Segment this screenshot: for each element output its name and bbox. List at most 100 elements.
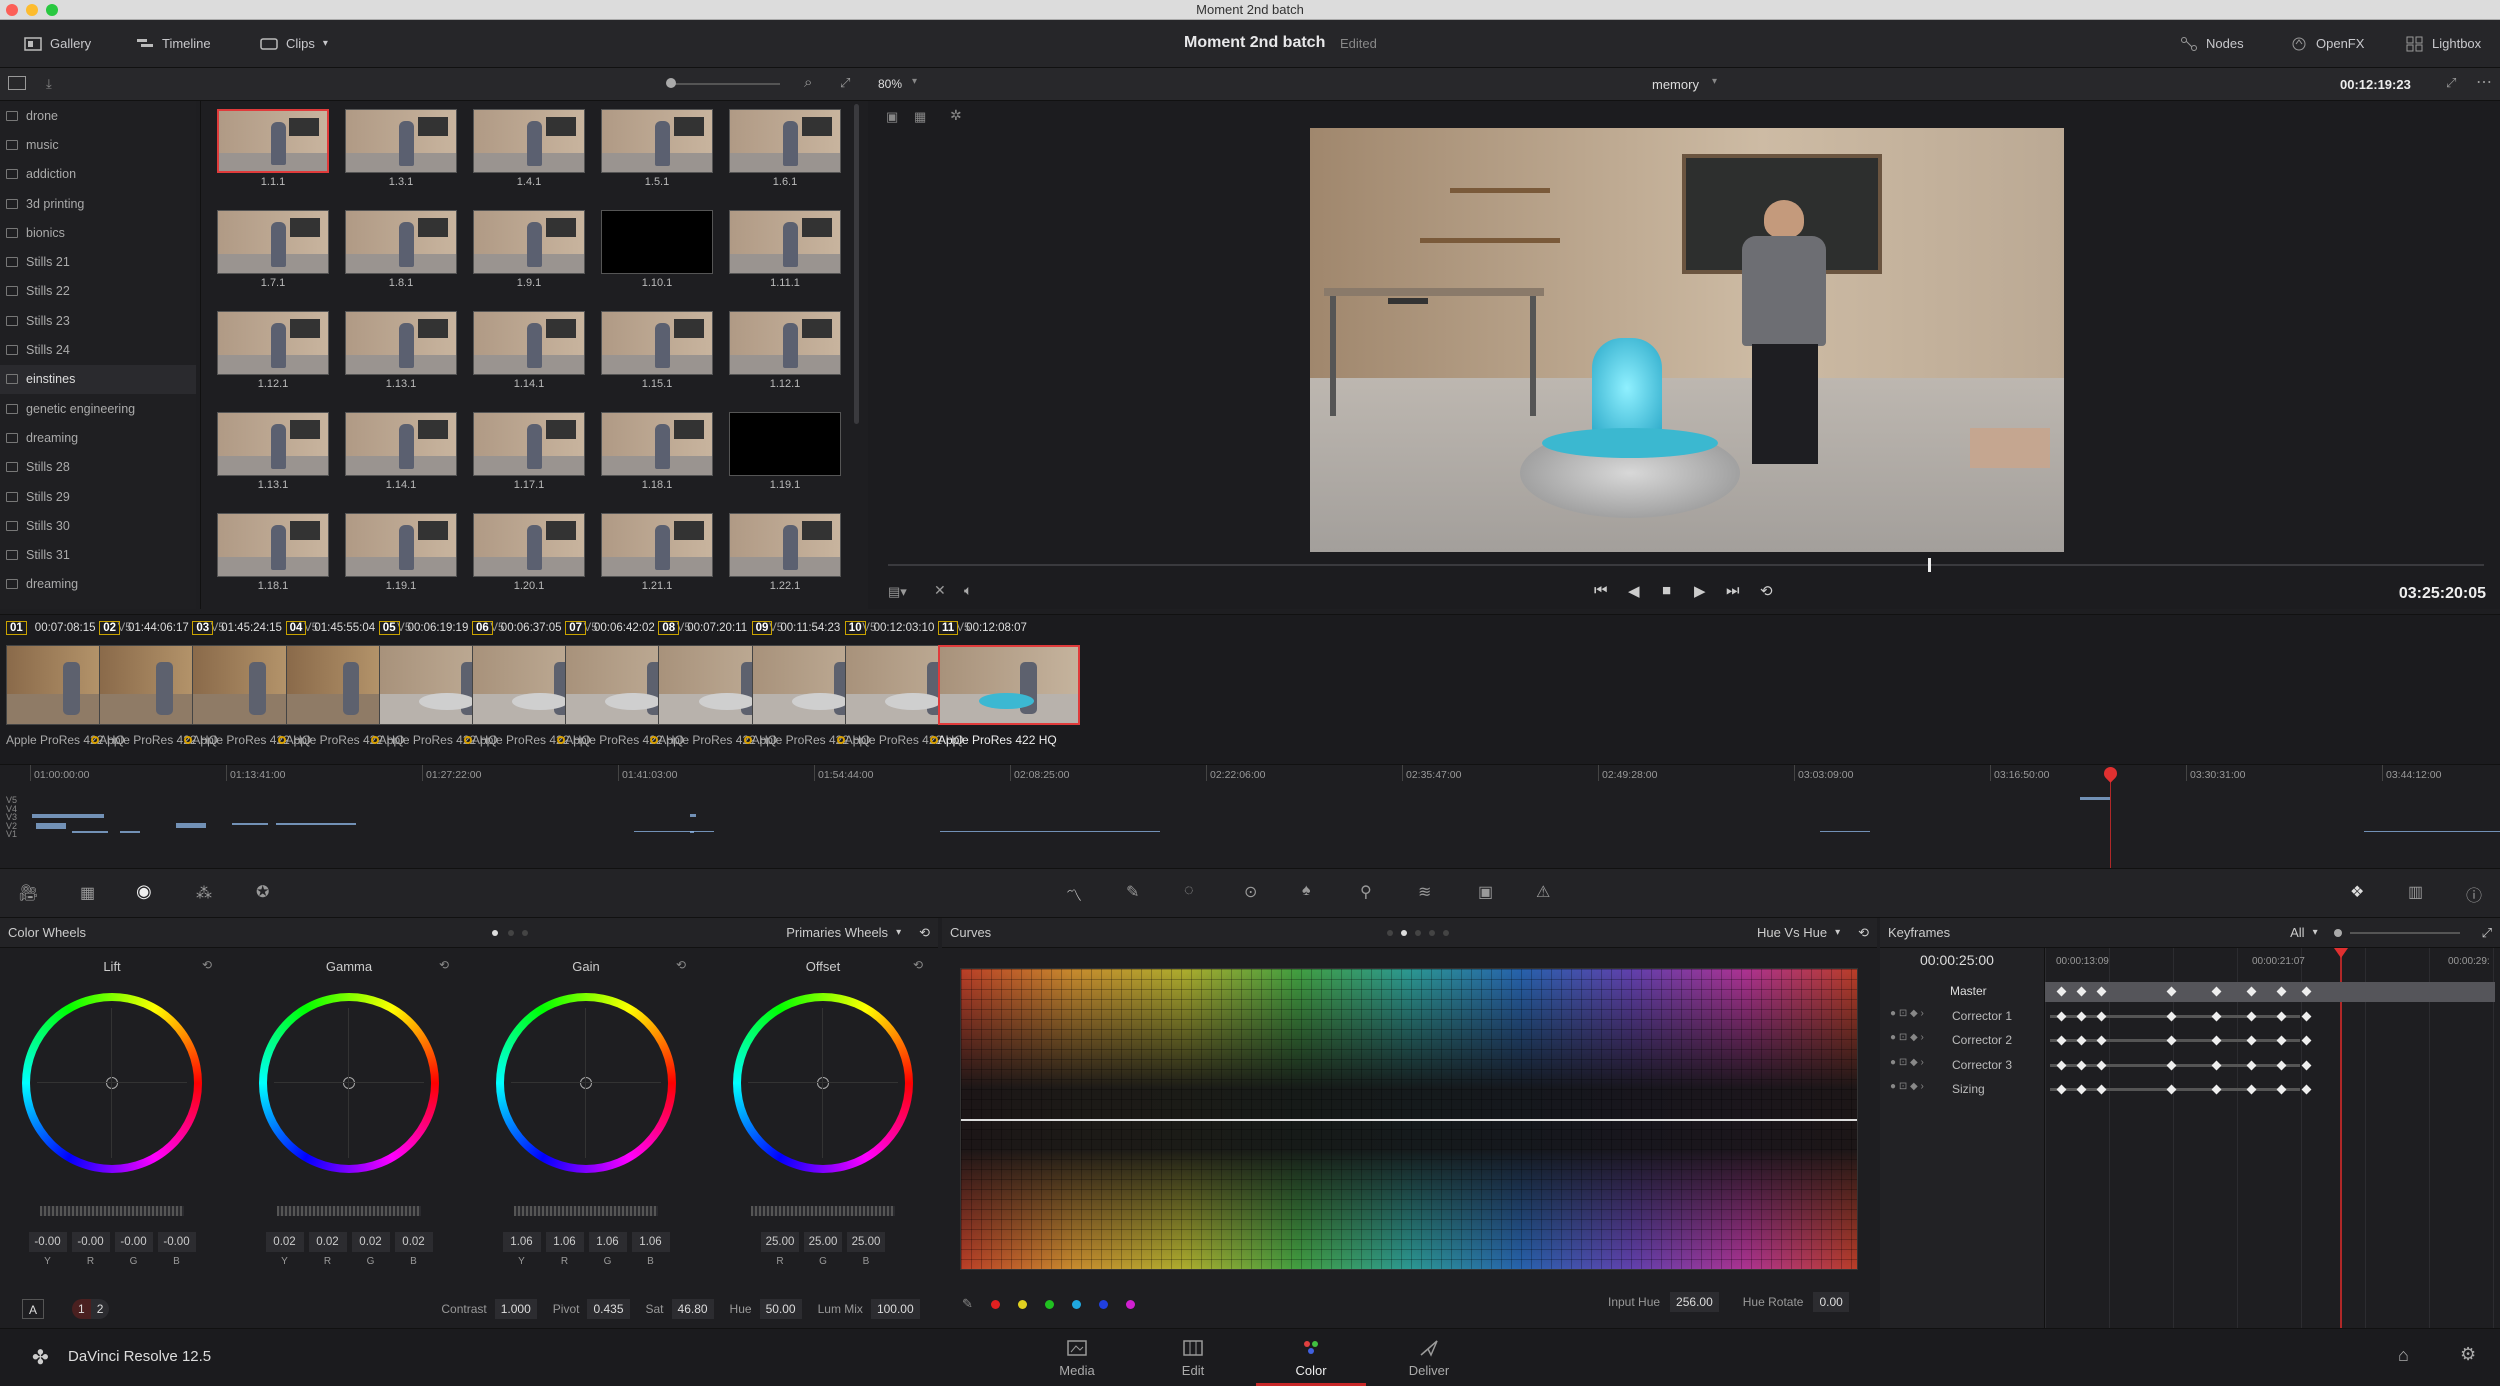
clips-button[interactable]: Clips ▾ xyxy=(260,32,328,56)
keyframe-row-controls-icon[interactable]: ● ⊡ ◆ › xyxy=(1890,1032,1924,1043)
nodes-button[interactable]: Nodes xyxy=(2180,32,2244,56)
page-dot[interactable] xyxy=(1414,929,1421,936)
album-item[interactable]: Stills 21 xyxy=(0,247,196,276)
timeline-clip-segment[interactable] xyxy=(36,822,66,829)
tracker-icon[interactable]: ⊙ xyxy=(1244,882,1257,902)
gallery-still[interactable] xyxy=(729,513,841,577)
keyframe-row[interactable]: ● ⊡ ◆ › Corrector 3 xyxy=(1880,1054,2500,1078)
keyframe-row[interactable]: ● ⊡ ◆ › Corrector 1 xyxy=(1880,1005,2500,1029)
page-dot[interactable] xyxy=(522,929,529,936)
wheel-value-field[interactable]: 25.00 xyxy=(804,1232,842,1252)
keyframe-diamond[interactable] xyxy=(2056,1060,2067,1070)
gallery-still[interactable] xyxy=(729,412,841,476)
camera-raw-icon[interactable]: 🎥︎ xyxy=(18,883,38,903)
import-still-icon[interactable]: ⤓ xyxy=(46,76,52,92)
keyframe-diamond[interactable] xyxy=(2246,1011,2257,1021)
skip-to-end-icon[interactable]: ⏭︎ xyxy=(1726,582,1740,599)
master-wheel-gamma[interactable] xyxy=(277,1206,421,1216)
viewer-mode-icon[interactable]: ▤▾ xyxy=(888,584,907,600)
timeline-clip-segment[interactable] xyxy=(276,822,356,825)
key-icon[interactable]: ⚲ xyxy=(1360,882,1372,902)
gallery-still[interactable] xyxy=(217,311,329,375)
gallery-still[interactable] xyxy=(601,513,713,577)
hue-field[interactable]: 50.00 xyxy=(759,1299,802,1319)
gallery-still[interactable] xyxy=(729,311,841,375)
timeline-clip-segment[interactable] xyxy=(176,822,206,828)
page-dot-active[interactable] xyxy=(1400,929,1407,936)
album-item[interactable]: Stills 29 xyxy=(0,482,196,511)
curves-tool-icon[interactable]: 〽︎ xyxy=(1066,882,1082,906)
keyframe-diamond[interactable] xyxy=(2301,1035,2312,1046)
timeline-clip-segment[interactable] xyxy=(940,831,1160,832)
keyframe-diamond[interactable] xyxy=(2076,1035,2087,1046)
keyframe-zoom-slider[interactable] xyxy=(2349,931,2460,934)
album-item[interactable]: bionics xyxy=(0,218,196,247)
stereo-icon[interactable]: ⚠︎ xyxy=(1536,882,1550,902)
timeline-clip-segment[interactable] xyxy=(232,822,268,825)
chevron-down-icon[interactable]: ▾ xyxy=(2313,927,2318,938)
viewer-scrubber[interactable] xyxy=(888,564,2484,566)
yellow-swatch[interactable] xyxy=(1017,1299,1027,1309)
settings-gear-icon[interactable]: ⚙︎ xyxy=(2460,1344,2476,1365)
album-item[interactable]: Stills 30 xyxy=(0,511,196,540)
gallery-still[interactable] xyxy=(345,210,457,274)
wheel-value-field[interactable]: 0.02 xyxy=(308,1232,347,1252)
keyframe-diamond[interactable] xyxy=(2211,1084,2222,1095)
keyframe-playhead-marker[interactable] xyxy=(2334,948,2348,958)
magenta-swatch[interactable] xyxy=(1125,1299,1135,1309)
album-item[interactable]: genetic engineering xyxy=(0,394,196,423)
minimize-window-button[interactable] xyxy=(26,4,38,16)
keyframe-diamond[interactable] xyxy=(2246,1084,2257,1095)
reverse-play-icon[interactable]: ◀ xyxy=(1628,582,1640,600)
album-item[interactable]: addiction xyxy=(0,160,196,189)
wheel-value-field[interactable]: 1.06 xyxy=(631,1232,670,1252)
auto-balance-button[interactable]: A xyxy=(22,1299,45,1319)
timeline-playhead-marker[interactable] xyxy=(2101,764,2120,783)
expand-icon[interactable]: ⤢ xyxy=(840,75,850,91)
saturation-field[interactable]: 46.80 xyxy=(671,1299,714,1319)
openfx-button[interactable]: OpenFX xyxy=(2290,32,2364,56)
keyframe-diamond[interactable] xyxy=(2166,1011,2177,1021)
timeline-playhead[interactable] xyxy=(2110,779,2111,869)
page-1-button[interactable]: 1 xyxy=(72,1299,91,1319)
page-dot[interactable] xyxy=(1428,929,1435,936)
scrubber-playhead[interactable] xyxy=(1928,558,1931,572)
hue-vs-hue-graph[interactable] xyxy=(960,968,1858,1270)
keyframe-diamond[interactable] xyxy=(2276,1060,2287,1070)
info-icon[interactable]: ⓘ xyxy=(2466,882,2482,906)
album-item[interactable]: einstines xyxy=(0,364,196,394)
album-item[interactable]: music xyxy=(0,130,196,159)
wheel-value-field[interactable]: 0.02 xyxy=(351,1232,390,1252)
split-view-icon[interactable]: ▣ xyxy=(886,109,898,125)
pivot-field[interactable]: 0.435 xyxy=(587,1299,630,1319)
zoom-window-button[interactable] xyxy=(46,4,58,16)
keyframe-diamond[interactable] xyxy=(2211,1060,2222,1070)
timeline-clip-segment[interactable] xyxy=(2080,797,2110,800)
album-item[interactable]: Stills 23 xyxy=(0,306,196,335)
wheel-value-field[interactable]: -0.00 xyxy=(114,1232,153,1252)
loop-icon[interactable]: ⟲ xyxy=(1760,582,1773,600)
green-swatch[interactable] xyxy=(1044,1299,1054,1309)
gallery-still[interactable] xyxy=(601,412,713,476)
wipe-icon[interactable]: ▦ xyxy=(914,109,926,125)
keyframe-diamond[interactable] xyxy=(2056,1084,2067,1095)
stop-icon[interactable]: ■ xyxy=(1662,582,1671,599)
gallery-still[interactable] xyxy=(217,210,329,274)
search-icon[interactable]: ⌕ xyxy=(804,74,812,91)
keyframe-diamond[interactable] xyxy=(2211,1011,2222,1021)
wheel-value-field[interactable]: 1.06 xyxy=(545,1232,584,1252)
home-icon[interactable]: ⌂ xyxy=(2398,1345,2409,1366)
keyframe-diamond[interactable] xyxy=(2056,1011,2067,1021)
keyframe-diamond[interactable] xyxy=(2301,1011,2312,1021)
hue-rotate-field[interactable]: 0.00 xyxy=(1813,1292,1849,1312)
keyframe-diamond[interactable] xyxy=(2096,1060,2107,1070)
power-window-icon[interactable]: ◌ xyxy=(1184,882,1194,900)
page-dot[interactable] xyxy=(508,929,515,936)
color-wheels-tool-icon[interactable]: ◉ xyxy=(136,881,152,902)
zoom-chevron-icon[interactable]: ▾ xyxy=(912,76,917,87)
fullscreen-icon[interactable]: ⤢ xyxy=(2446,75,2456,91)
color-match-icon[interactable]: ▦ xyxy=(80,883,95,903)
keyframe-diamond[interactable] xyxy=(2276,1084,2287,1095)
blue-swatch[interactable] xyxy=(1098,1299,1108,1309)
keyframe-diamond[interactable] xyxy=(2076,1084,2087,1095)
